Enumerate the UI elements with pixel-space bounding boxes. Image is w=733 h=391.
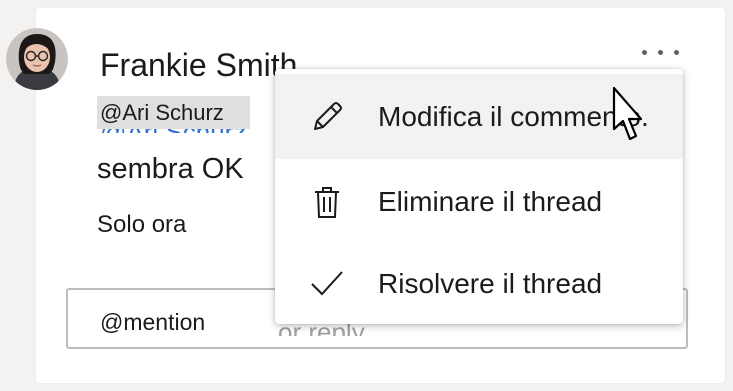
pencil-icon — [309, 99, 345, 135]
menu-item-delete-thread[interactable]: Eliminare il thread — [275, 159, 683, 244]
menu-item-edit-comment[interactable]: Modifica il commento. — [275, 74, 683, 159]
avatar — [6, 28, 68, 90]
trash-icon — [309, 184, 345, 220]
mention-chip[interactable]: @Ari Schurz — [97, 96, 250, 129]
menu-item-resolve-thread[interactable]: Risolvere il thread — [275, 241, 683, 326]
checkmark-icon — [309, 266, 345, 302]
reply-mention-prefix: @mention — [100, 306, 224, 338]
more-options-button[interactable] — [630, 36, 690, 68]
menu-item-label: Eliminare il thread — [378, 185, 603, 217]
menu-item-label: Modifica il commento. — [378, 100, 649, 132]
more-horizontal-icon — [641, 49, 679, 55]
user-photo-avatar-icon — [6, 28, 68, 90]
comment-body: sembra OK — [97, 149, 254, 189]
comment-timestamp: Solo ora — [97, 211, 187, 238]
comment-context-menu: Modifica il commento. Eliminare il threa… — [275, 69, 683, 324]
menu-item-label: Risolvere il thread — [378, 267, 603, 299]
